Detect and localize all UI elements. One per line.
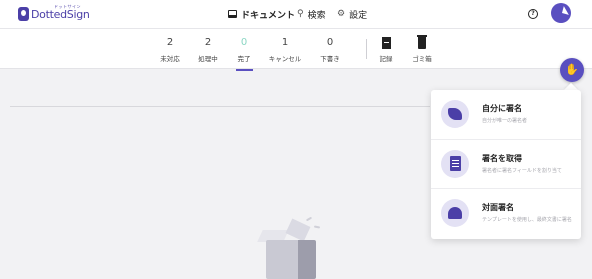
tab-completed[interactable]: 0 完了 [224,37,264,71]
help-icon[interactable]: ? [528,9,538,19]
menu-item-in-person-sign[interactable]: 対面署名 テンプレートを使用し、最終文書に署名 [431,188,581,237]
avatar[interactable] [551,3,571,23]
nav-search[interactable]: ⚲ 検索 [297,6,326,22]
trash-label: ゴミ箱 [412,55,432,63]
tab-label: 未対応 [160,55,180,63]
empty-box-illustration [257,214,324,279]
tab-label: キャンセル [268,55,302,63]
tab-count: 2 [166,37,174,48]
gear-icon: ⚙ [337,8,346,19]
logo-subtext: ドットサイン [54,4,81,9]
trash-button[interactable]: ゴミ箱 [402,35,442,63]
records-button[interactable]: 記録 [366,37,406,63]
menu-item-desc: 自分が唯一の署名者 [482,118,528,124]
tab-label: 処理中 [198,55,218,63]
menu-item-sign-myself[interactable]: 自分に署名 自分が唯一の署名者 [431,90,581,139]
nav-documents[interactable]: ドキュメント [228,6,295,22]
menu-item-title: 対面署名 [482,203,514,212]
records-label: 記録 [379,55,393,63]
archive-icon [381,37,391,49]
menu-item-desc: 署名者に署名フィールドを割り当て [482,168,562,174]
search-icon: ⚲ [297,8,304,19]
tab-count: 2 [204,37,212,48]
tab-label: 完了 [237,55,251,63]
tab-cancelled[interactable]: 1 キャンセル [265,37,305,63]
logo-icon [18,7,29,21]
status-tabs-bar: 2 未対応 2 処理中 0 完了 1 キャンセル 0 下書き 記録 ゴミ箱 [0,28,592,71]
tab-drafts[interactable]: 0 下書き [310,37,350,63]
nav-documents-label: ドキュメント [241,10,296,21]
nav-search-label: 検索 [307,10,326,21]
hand-pointer-icon: ✋ [565,63,579,76]
top-bar: DottedSign ドットサイン ドキュメント ⚲ 検索 ⚙ 設定 ? [0,0,592,28]
request-signature-icon [441,150,469,178]
create-menu: 自分に署名 自分が唯一の署名者 署名を取得 署名者に署名フィールドを割り当て 対… [431,90,581,239]
nav-settings[interactable]: ⚙ 設定 [337,6,367,22]
sign-myself-icon [441,100,469,128]
menu-item-title: 署名を取得 [482,154,522,163]
menu-item-title: 自分に署名 [482,104,522,113]
create-button[interactable]: ✋ [560,58,584,82]
content-divider [10,106,430,107]
tab-pending[interactable]: 2 未対応 [150,37,190,63]
logo[interactable]: DottedSign ドットサイン [18,4,90,23]
tab-count: 0 [240,37,248,48]
trash-icon [417,35,427,49]
menu-item-request-signature[interactable]: 署名を取得 署名者に署名フィールドを割り当て [431,139,581,188]
nav-settings-label: 設定 [349,10,368,21]
in-person-sign-icon [441,199,469,227]
tab-count: 0 [326,37,334,48]
tab-count: 1 [281,37,289,48]
tab-label: 下書き [320,55,340,63]
menu-item-desc: テンプレートを使用し、最終文書に署名 [482,217,572,223]
tab-in-progress[interactable]: 2 処理中 [188,37,228,63]
document-icon [228,10,237,18]
